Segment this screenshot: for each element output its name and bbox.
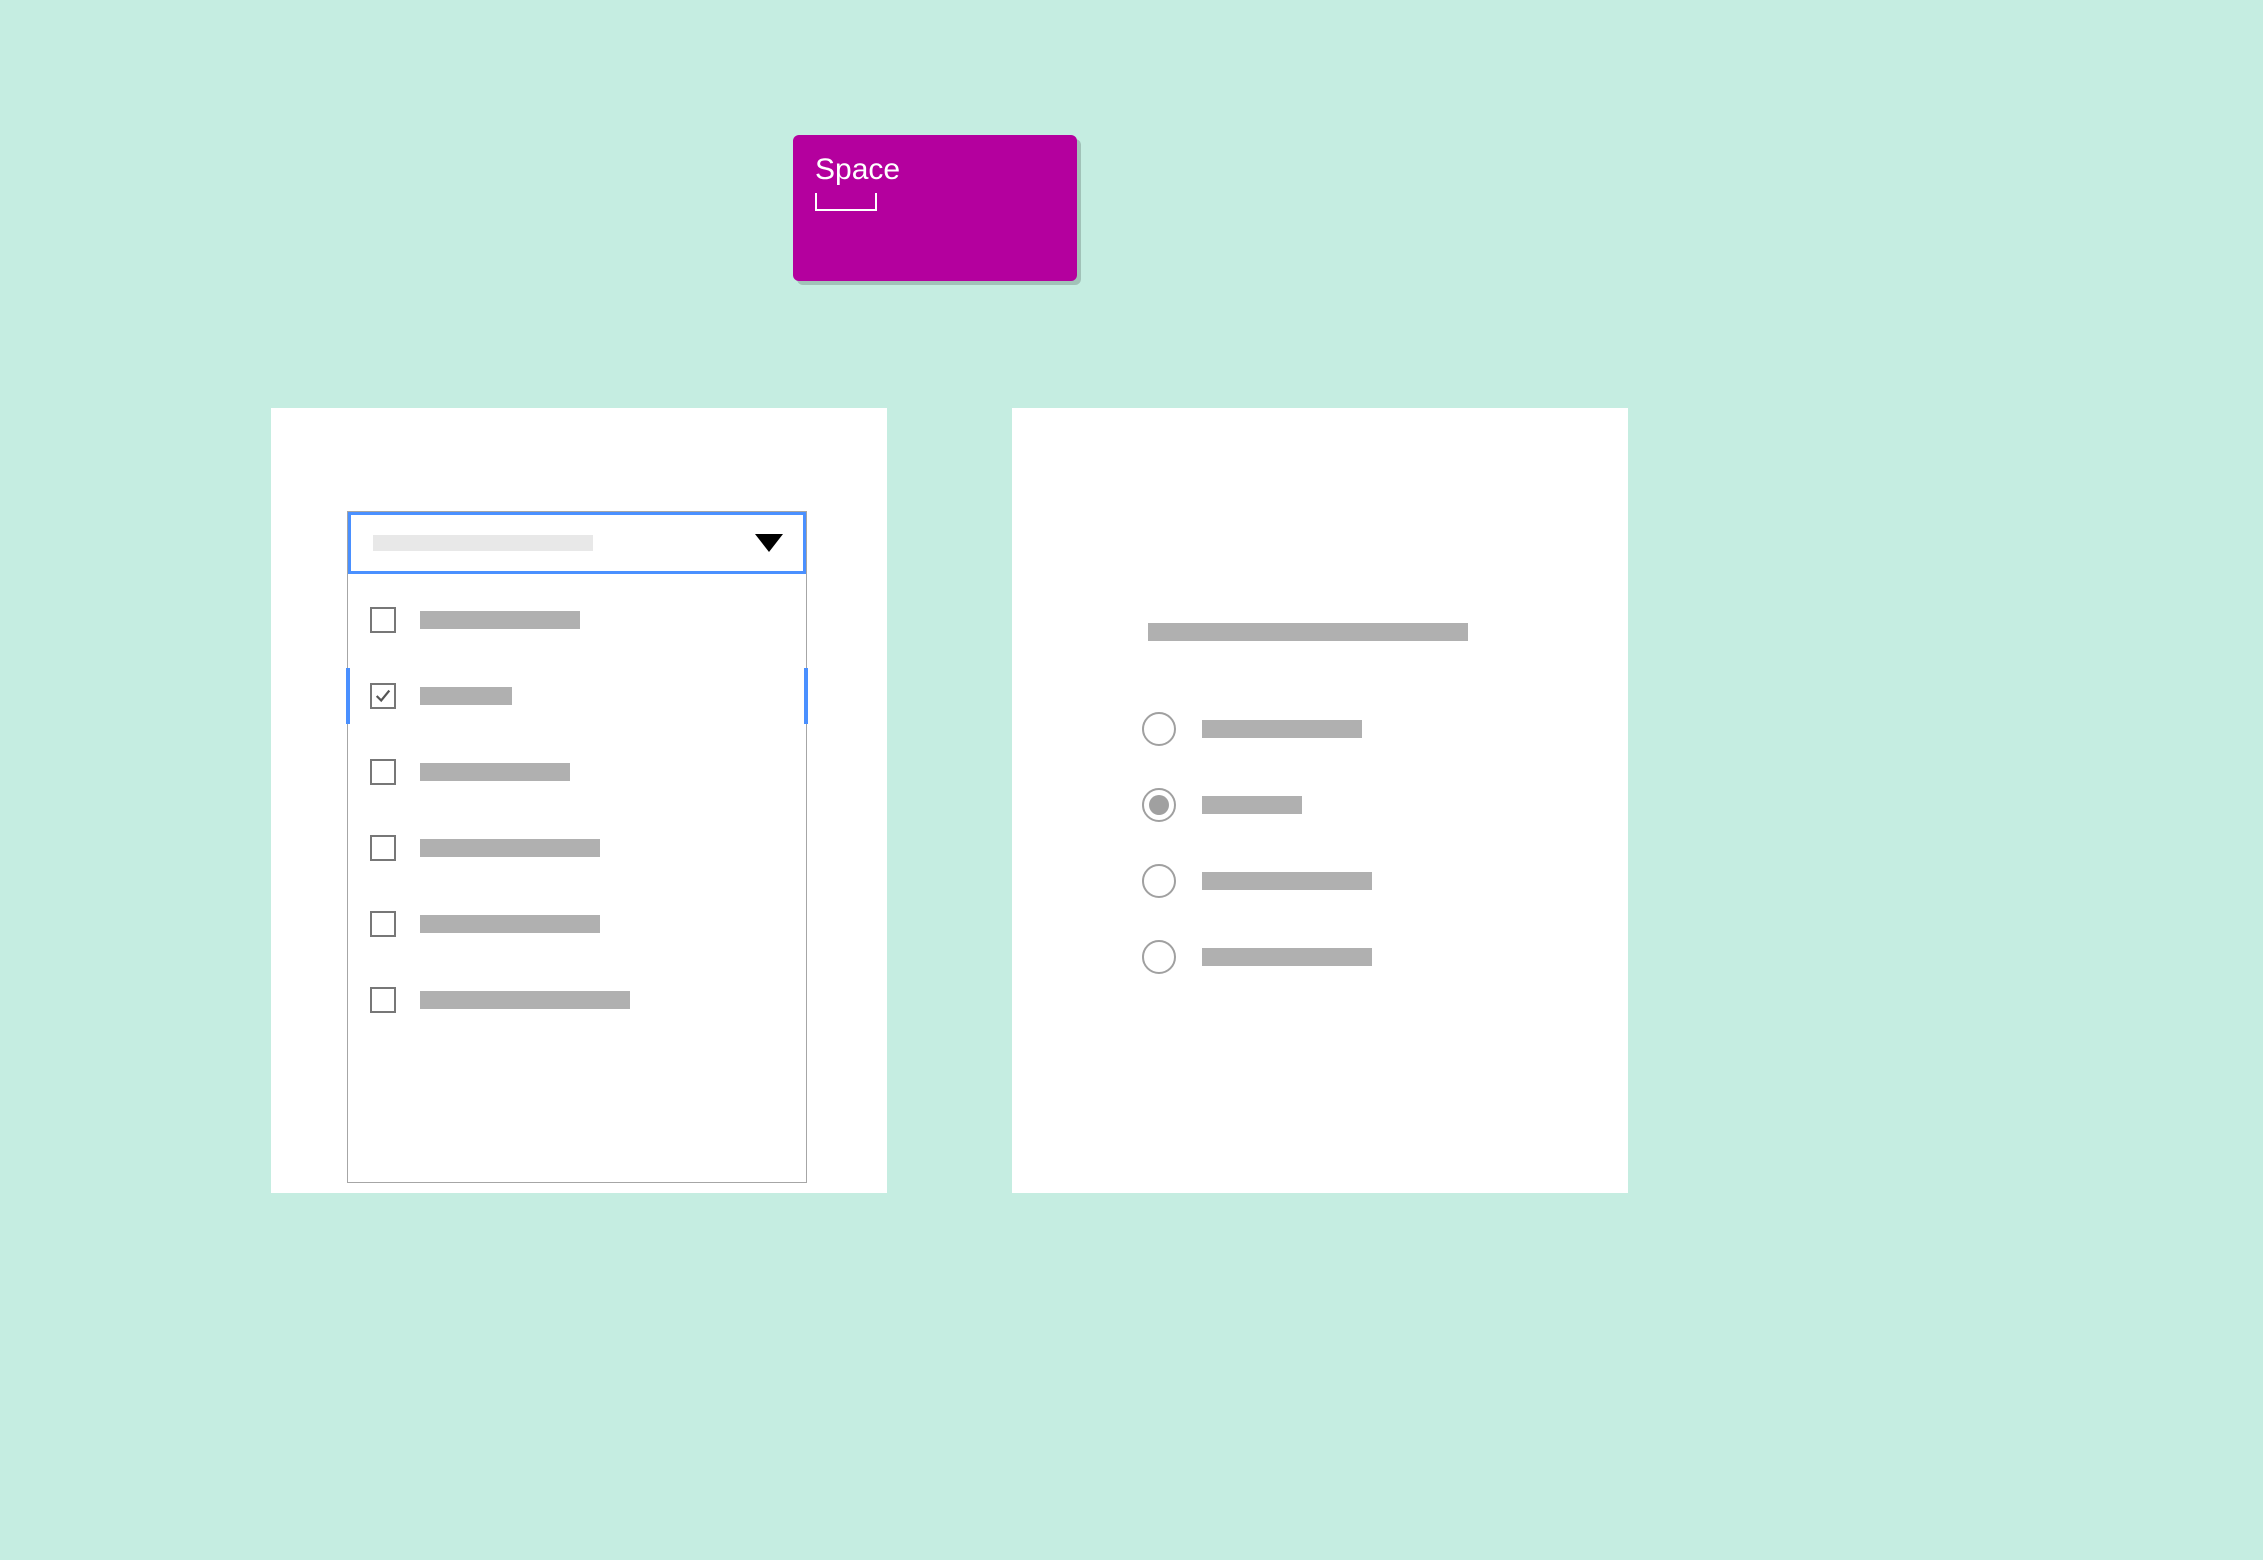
dropdown-option[interactable] (348, 886, 806, 962)
option-label (420, 763, 570, 781)
checkbox-icon[interactable] (370, 683, 396, 709)
checkbox-icon[interactable] (370, 987, 396, 1013)
option-label (420, 687, 512, 705)
checkbox-icon[interactable] (370, 607, 396, 633)
radio-option-list (1142, 691, 1502, 995)
option-label (1202, 720, 1362, 738)
option-label (420, 611, 580, 629)
multiselect-dropdown[interactable] (347, 511, 807, 1183)
space-key-underline-icon (815, 193, 877, 211)
space-key-card: Space (793, 135, 1077, 281)
radio-option[interactable] (1142, 843, 1502, 919)
space-key-label: Space (815, 153, 1055, 187)
option-label (420, 991, 630, 1009)
radio-option[interactable] (1142, 919, 1502, 995)
radio-icon[interactable] (1142, 788, 1176, 822)
radio-option[interactable] (1142, 767, 1502, 843)
radio-icon[interactable] (1142, 864, 1176, 898)
dropdown-header[interactable] (348, 512, 806, 574)
radio-icon[interactable] (1142, 712, 1176, 746)
radio-group-title (1148, 623, 1468, 641)
dropdown-placeholder (373, 535, 593, 551)
dropdown-option[interactable] (348, 962, 806, 1038)
caret-down-icon (755, 534, 783, 552)
dropdown-option-list (348, 574, 806, 1046)
dropdown-option[interactable] (348, 658, 806, 734)
dropdown-option[interactable] (348, 582, 806, 658)
option-label (420, 839, 600, 857)
option-label (1202, 872, 1372, 890)
checkbox-icon[interactable] (370, 835, 396, 861)
option-label (1202, 796, 1302, 814)
radio-group (1142, 623, 1502, 995)
radio-option[interactable] (1142, 691, 1502, 767)
option-label (1202, 948, 1372, 966)
option-label (420, 915, 600, 933)
checkbox-icon[interactable] (370, 911, 396, 937)
dropdown-example-panel (271, 408, 887, 1193)
radio-example-panel (1012, 408, 1628, 1193)
dropdown-option[interactable] (348, 734, 806, 810)
radio-icon[interactable] (1142, 940, 1176, 974)
checkbox-icon[interactable] (370, 759, 396, 785)
dropdown-option[interactable] (348, 810, 806, 886)
